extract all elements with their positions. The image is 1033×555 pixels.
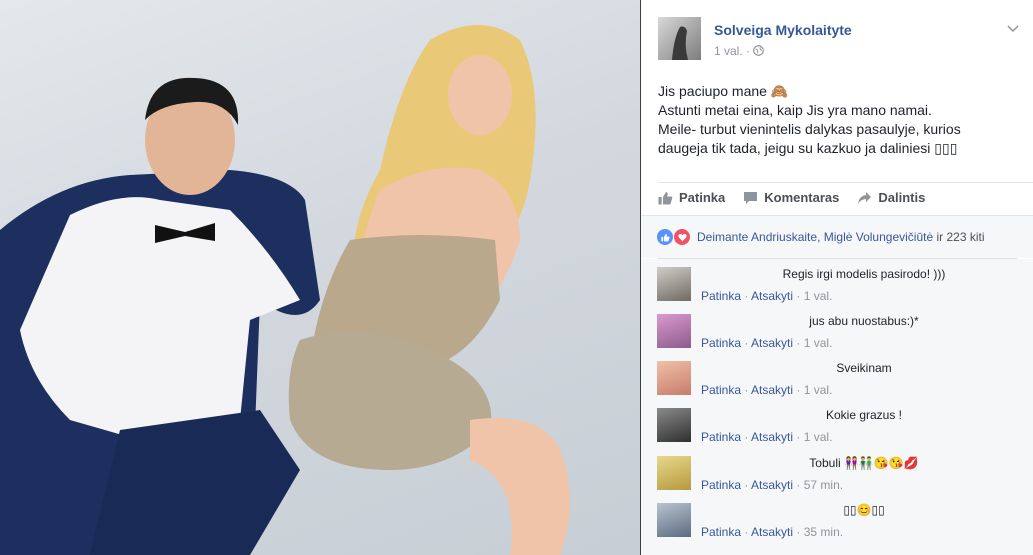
comment-text: Kokie grazus ! xyxy=(825,408,903,422)
comment-actions: Patinka · Atsakyti · 1 val. xyxy=(701,336,833,350)
comment-button[interactable]: Komentaras xyxy=(743,190,839,205)
comment-time[interactable]: · 1 val. xyxy=(796,383,832,397)
share-arrow-icon xyxy=(857,191,872,205)
share-label: Dalintis xyxy=(878,190,926,205)
comment-item: Kokie grazus ! Patinka · Atsakyti · 1 va… xyxy=(657,400,1027,444)
reactions-bar: Deimante Andriuskaite, Miglė Volungeviči… xyxy=(641,216,1033,258)
post-options-chevron-icon[interactable] xyxy=(1007,20,1019,36)
comment-like-link[interactable]: Patinka xyxy=(701,336,741,350)
commenter-avatar[interactable] xyxy=(657,456,691,490)
comment-time[interactable]: · 1 val. xyxy=(796,289,832,303)
comment-actions: Patinka · Atsakyti · 1 val. xyxy=(701,430,833,444)
comment-time[interactable]: · 35 min. xyxy=(796,525,843,539)
comment-like-link[interactable]: Patinka xyxy=(701,478,741,492)
comment-text: ▯▯😊▯▯ xyxy=(843,503,885,517)
commenter-avatar[interactable] xyxy=(657,314,691,348)
post-text-line: Astunti metai eina, kaip Jis yra mano na… xyxy=(658,102,932,118)
comment-text: jus abu nuostabus:)* xyxy=(809,314,919,328)
reaction-names-link[interactable]: Deimante Andriuskaite, Miglė Volungeviči… xyxy=(697,230,933,244)
author-name-link[interactable]: Solveiga Mykolaityte xyxy=(714,22,852,38)
comment-text: Tobuli 👭👬😘😘💋 xyxy=(809,456,919,470)
comment-label: Komentaras xyxy=(764,190,840,205)
comment-text: Sveikinam xyxy=(836,361,892,375)
comment-time[interactable]: · 57 min. xyxy=(796,478,843,492)
love-reaction-icon xyxy=(674,229,690,245)
comment-actions: Patinka · Atsakyti · 1 val. xyxy=(701,289,833,303)
comment-item: jus abu nuostabus:)* Patinka · Atsakyti … xyxy=(657,306,1027,350)
thumbs-up-icon xyxy=(658,191,673,205)
divider xyxy=(658,182,1033,183)
comment-reply-link[interactable]: Atsakyti xyxy=(751,289,793,303)
couple-photo-illustration xyxy=(0,25,570,555)
globe-icon xyxy=(753,44,765,58)
comment-like-link[interactable]: Patinka xyxy=(701,383,741,397)
like-label: Patinka xyxy=(679,190,726,205)
like-button[interactable]: Patinka xyxy=(658,190,725,205)
post-text-line: Jis paciupo mane 🙈 xyxy=(658,83,789,99)
post-meta: 1 val. · xyxy=(714,44,765,58)
comment-reply-link[interactable]: Atsakyti xyxy=(751,525,793,539)
commenter-avatar[interactable] xyxy=(657,361,691,395)
commenter-avatar[interactable] xyxy=(657,267,691,301)
post-actions: Patinka Komentaras Dalintis xyxy=(658,190,925,205)
comment-text: Regis irgi modelis pasirodo! ))) xyxy=(782,267,946,281)
reaction-others-count[interactable]: ir 223 kiti xyxy=(933,230,984,244)
comment-time[interactable]: · 1 val. xyxy=(796,336,832,350)
comment-reply-link[interactable]: Atsakyti xyxy=(751,478,793,492)
comment-item: Tobuli 👭👬😘😘💋 Patinka · Atsakyti · 57 min… xyxy=(657,448,1027,492)
comment-actions: Patinka · Atsakyti · 57 min. xyxy=(701,478,844,492)
comment-bubble-icon xyxy=(743,191,758,205)
comment-like-link[interactable]: Patinka xyxy=(701,430,741,444)
comment-actions: Patinka · Atsakyti · 35 min. xyxy=(701,525,844,539)
like-reaction-icon xyxy=(657,229,673,245)
comment-time[interactable]: · 1 val. xyxy=(796,430,832,444)
share-button[interactable]: Dalintis xyxy=(857,190,925,205)
comment-reply-link[interactable]: Atsakyti xyxy=(751,383,793,397)
comment-reply-link[interactable]: Atsakyti xyxy=(751,336,793,350)
comments-list: Regis irgi modelis pasirodo! ))) Patinka… xyxy=(641,259,1033,555)
post-photo[interactable] xyxy=(0,0,640,555)
comment-item: Regis irgi modelis pasirodo! ))) Patinka… xyxy=(657,259,1027,303)
post-time[interactable]: 1 val. · xyxy=(714,44,750,58)
post-text-line: Meile- turbut vienintelis dalykas pasaul… xyxy=(658,121,961,137)
comment-actions: Patinka · Atsakyti · 1 val. xyxy=(701,383,833,397)
comment-like-link[interactable]: Patinka xyxy=(701,525,741,539)
post-text: Jis paciupo mane 🙈 Astunti metai eina, k… xyxy=(658,82,1018,158)
post-text-line: daugeja tik tada, jeigu su kazkuo ja dal… xyxy=(658,140,958,156)
comment-like-link[interactable]: Patinka xyxy=(701,289,741,303)
reaction-icons[interactable] xyxy=(657,229,690,245)
reaction-names[interactable]: Deimante Andriuskaite, Miglė Volungeviči… xyxy=(697,230,985,244)
commenter-avatar[interactable] xyxy=(657,408,691,442)
post-side-panel: Solveiga Mykolaityte 1 val. · Jis paciup… xyxy=(641,0,1033,555)
comment-reply-link[interactable]: Atsakyti xyxy=(751,430,793,444)
comment-item: ▯▯😊▯▯ Patinka · Atsakyti · 35 min. xyxy=(657,495,1027,539)
commenter-avatar[interactable] xyxy=(657,503,691,537)
author-avatar[interactable] xyxy=(658,17,701,60)
comment-item: Sveikinam Patinka · Atsakyti · 1 val. xyxy=(657,353,1027,397)
